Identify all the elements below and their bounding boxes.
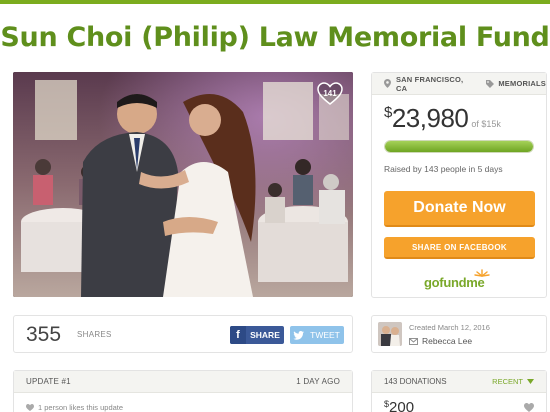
sort-recent-label: RECENT <box>492 377 523 386</box>
donations-card: 143 DONATIONS RECENT $200 <box>371 370 547 412</box>
facebook-share-button[interactable]: f SHARE <box>230 326 284 344</box>
update-age: 1 DAY AGO <box>296 377 340 386</box>
update-likes-text: 1 person likes this update <box>38 403 124 412</box>
sort-recent-dropdown[interactable]: RECENT <box>492 377 534 386</box>
logo-me: me <box>466 275 485 290</box>
location-link[interactable]: SAN FRANCISCO, CA <box>396 75 476 93</box>
shares-bar: 355 SHARES f SHARE TWEET <box>13 315 353 353</box>
campaign-title: Sun Choi (Philip) Law Memorial Fund <box>0 22 550 53</box>
twitter-icon <box>290 330 306 340</box>
chevron-down-icon <box>527 379 534 384</box>
photo-like-count: 141 <box>323 89 337 98</box>
category-link[interactable]: MEMORIALS <box>498 79 546 88</box>
shares-label: SHARES <box>77 330 112 339</box>
campaign-photo[interactable]: 141 <box>13 72 353 297</box>
facebook-share-label: SHARE <box>250 330 280 340</box>
mail-icon <box>409 337 418 345</box>
donation-amount: $200 <box>384 399 414 412</box>
photo-like-badge[interactable]: 141 <box>317 82 343 106</box>
organizer-card: Created March 12, 2016 Rebecca Lee <box>371 315 547 353</box>
heart-icon <box>26 404 34 411</box>
amount-raised: $23,980 <box>384 103 469 134</box>
organizer-avatar[interactable] <box>378 322 402 346</box>
tweet-label: TWEET <box>310 330 340 340</box>
top-accent-bar <box>0 0 550 4</box>
organizer-contact[interactable]: Rebecca Lee <box>409 336 472 346</box>
facebook-icon: f <box>230 326 246 344</box>
tweet-button[interactable]: TWEET <box>290 326 344 344</box>
shares-count: 355 <box>26 323 62 346</box>
donation-value: 200 <box>389 399 415 412</box>
donations-count: 143 DONATIONS <box>384 377 447 386</box>
progress-bar <box>384 140 534 153</box>
raised-by-text: Raised by 143 people in 5 days <box>384 164 503 174</box>
update-header: UPDATE #1 1 DAY AGO <box>14 371 352 393</box>
location-pin-icon <box>384 79 391 88</box>
update-likes[interactable]: 1 person likes this update <box>26 403 123 412</box>
heart-icon[interactable] <box>524 403 534 412</box>
gofundme-wordmark: gofundme <box>424 275 485 290</box>
update-card: UPDATE #1 1 DAY AGO 1 person likes this … <box>13 370 353 412</box>
goal-amount: of $15k <box>471 119 501 129</box>
tag-icon <box>486 79 495 88</box>
gofundme-logo[interactable]: gofundme <box>424 269 504 291</box>
donations-header: 143 DONATIONS RECENT <box>372 371 546 393</box>
donation-card: SAN FRANCISCO, CA MEMORIALS $23,980 of $… <box>371 72 547 298</box>
amount-raised-row: $23,980 of $15k <box>384 103 501 134</box>
donate-now-button[interactable]: Donate Now <box>384 191 535 227</box>
created-date: Created March 12, 2016 <box>409 323 490 332</box>
logo-fund: fund <box>439 275 467 290</box>
campaign-meta: SAN FRANCISCO, CA MEMORIALS <box>372 73 546 95</box>
update-title: UPDATE #1 <box>26 377 71 386</box>
amount-value: 23,980 <box>391 103 469 133</box>
progress-bar-fill <box>385 141 533 152</box>
share-on-facebook-button[interactable]: SHARE ON FACEBOOK <box>384 237 535 259</box>
organizer-name: Rebecca Lee <box>422 336 473 346</box>
amount-currency: $ <box>384 104 392 121</box>
logo-go: go <box>424 275 440 290</box>
campaign-photo-image <box>13 72 353 297</box>
